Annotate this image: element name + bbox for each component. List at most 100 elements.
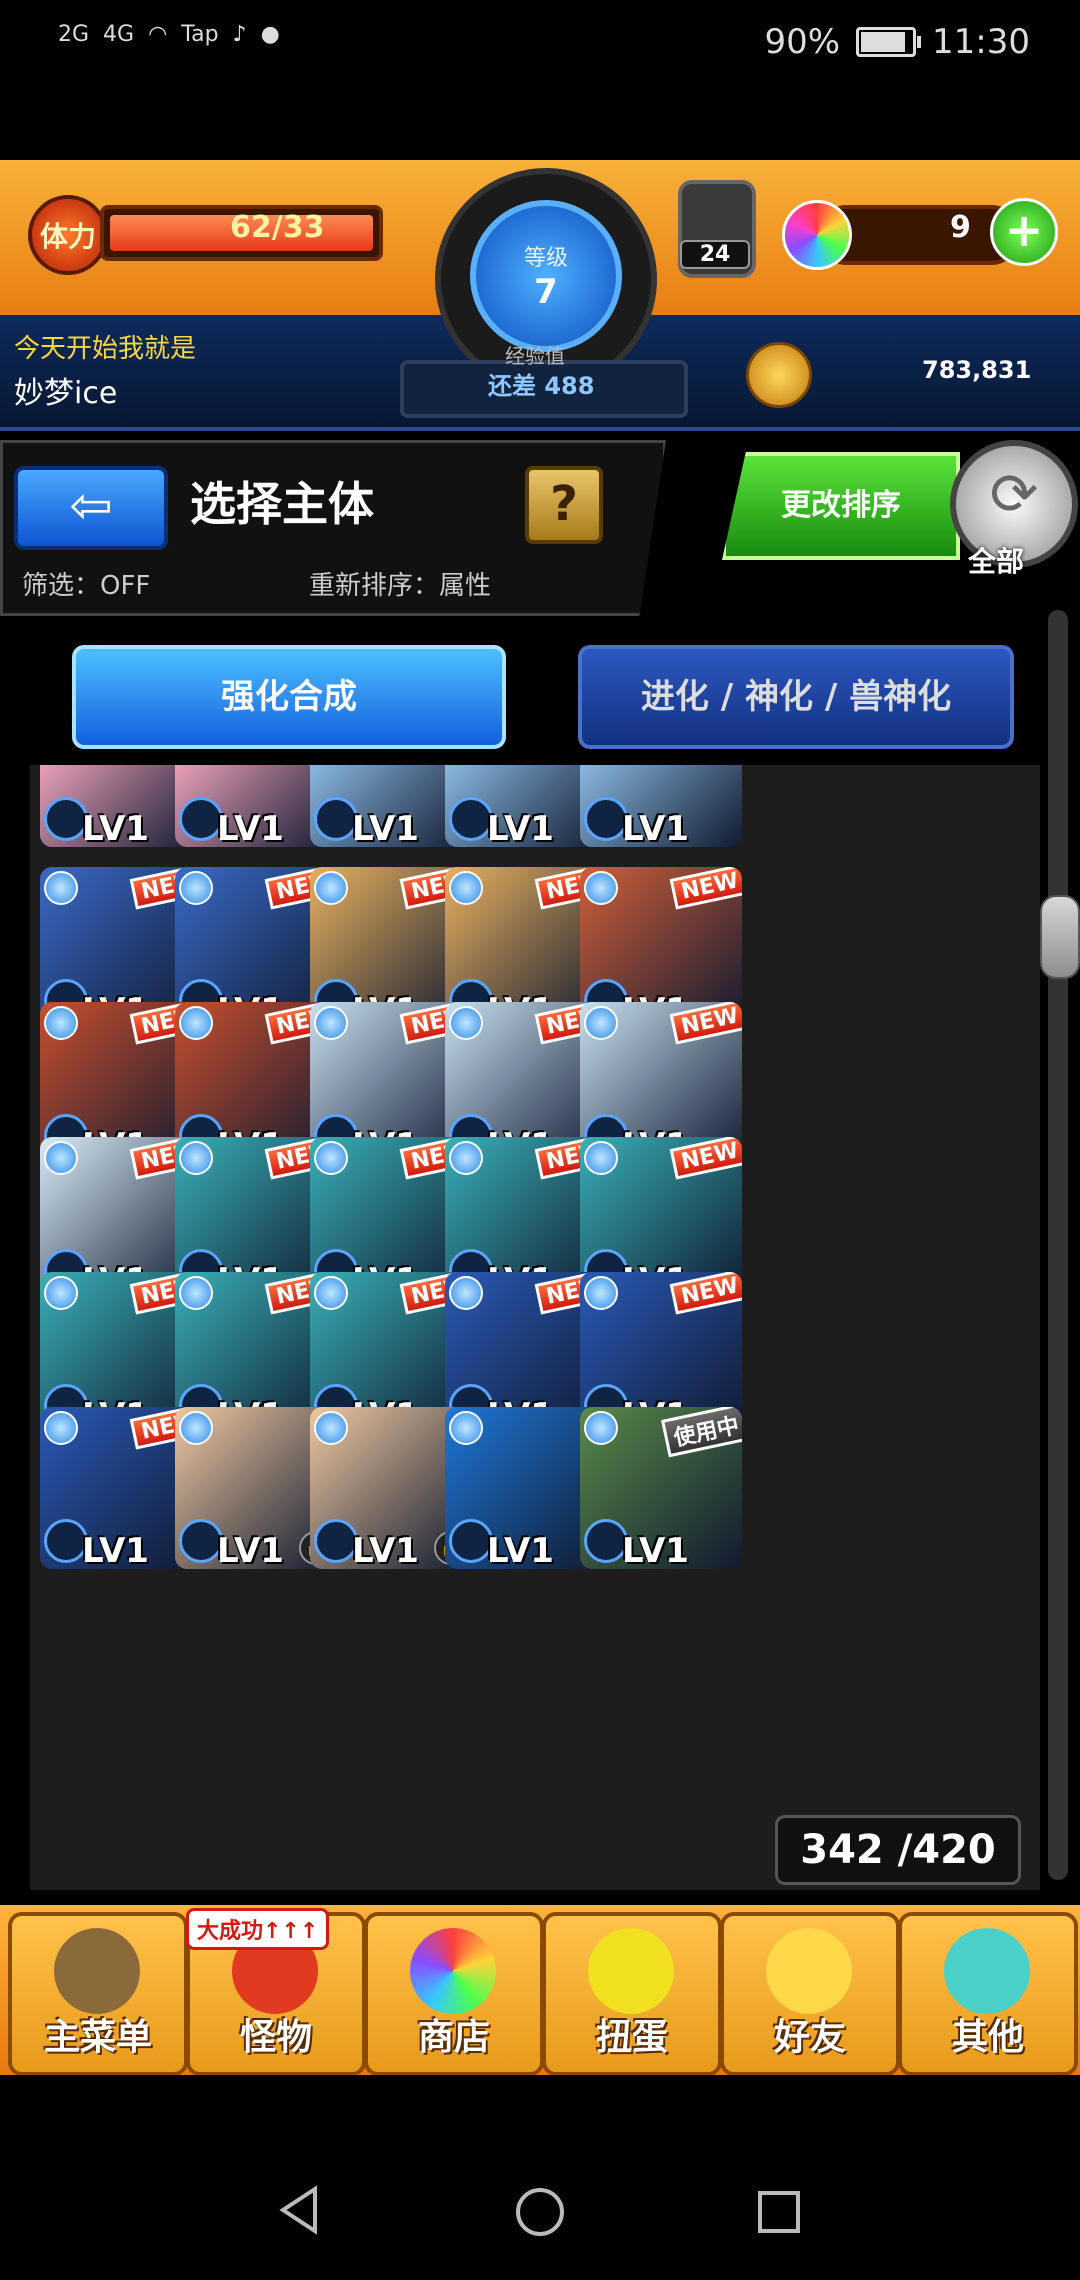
- monster-card[interactable]: LV1: [580, 765, 742, 847]
- battery-icon: [856, 27, 922, 57]
- tap-label: Tap: [181, 22, 219, 47]
- friends-icon: [766, 1928, 852, 2014]
- water-element-icon: [179, 1411, 213, 1445]
- water-element-icon: [179, 1276, 213, 1310]
- in-use-badge: 使用中: [660, 1407, 742, 1458]
- new-badge: NEW: [669, 1002, 742, 1045]
- water-element-icon: [314, 1276, 348, 1310]
- level-label: LV1: [217, 809, 284, 847]
- nav-friends-button[interactable]: 好友: [720, 1912, 900, 2076]
- recents-nav-icon[interactable]: [757, 2190, 801, 2234]
- water-element-icon: [584, 1141, 618, 1175]
- coin-icon: [746, 342, 812, 408]
- change-sort-button[interactable]: 更改排序: [722, 452, 960, 560]
- nav-gacha-button[interactable]: 扭蛋: [542, 1912, 722, 2076]
- level-label: LV1: [352, 809, 419, 847]
- status-left: 2G 4G ◠ Tap ♪ ●: [58, 22, 280, 47]
- water-element-icon: [584, 871, 618, 905]
- status-bar: 2G 4G ◠ Tap ♪ ● 90% 11:30: [0, 0, 1080, 95]
- water-element-icon: [44, 1411, 78, 1445]
- all-label: 全部: [968, 545, 1025, 578]
- help-button[interactable]: ?: [525, 466, 603, 544]
- stamina-value: 62/33: [230, 210, 325, 245]
- clock: 11:30: [932, 22, 1030, 62]
- home-nav-icon[interactable]: [513, 2185, 567, 2239]
- greeting-text: 今天开始我就是: [14, 334, 197, 364]
- level-label: LV1: [622, 1531, 689, 1569]
- water-element-icon: [179, 871, 213, 905]
- exp-remaining: 还差 488: [488, 372, 595, 400]
- new-badge: NEW: [669, 1272, 742, 1315]
- nav-main-menu-button[interactable]: 主菜单: [8, 1912, 188, 2076]
- water-element-icon: [314, 1006, 348, 1040]
- monster-success-flag: 大成功↑↑↑: [186, 1908, 330, 1950]
- level-label: LV1: [487, 1531, 554, 1569]
- water-element-icon: [44, 1276, 78, 1310]
- nav-label: 扭蛋: [595, 2017, 668, 2058]
- water-element-icon: [449, 1141, 483, 1175]
- resort-toggle[interactable]: 重新排序：属性: [210, 565, 590, 607]
- water-element-icon: [449, 1006, 483, 1040]
- tiktok-icon: ♪: [232, 22, 247, 47]
- nav-label: 主菜单: [43, 2017, 152, 2058]
- water-element-icon: [179, 1141, 213, 1175]
- nav-label: 好友: [773, 2017, 846, 2058]
- monster-card[interactable]: 使用中 LV1: [580, 1407, 742, 1569]
- tab-evolve[interactable]: 进化 / 神化 / 兽神化: [578, 645, 1014, 749]
- orb-count: 9: [950, 210, 971, 245]
- signal-icon-4g: 4G: [103, 22, 135, 47]
- nav-label: 其他: [951, 2017, 1024, 2058]
- water-element-icon: [44, 1141, 78, 1175]
- water-element-icon: [314, 871, 348, 905]
- monster-count: 342 /420: [775, 1815, 1021, 1885]
- tab-enhance[interactable]: 强化合成: [72, 645, 506, 749]
- new-badge: NEW: [669, 1137, 742, 1180]
- water-element-icon: [584, 1006, 618, 1040]
- stamina-icon: 体力: [28, 195, 108, 275]
- username: 妙梦ice: [14, 376, 118, 411]
- nav-label: 怪物: [239, 2017, 312, 2058]
- status-right: 90% 11:30: [764, 22, 1030, 62]
- level-label: LV1: [82, 809, 149, 847]
- nav-shop-button[interactable]: 商店: [364, 1912, 544, 2076]
- water-element-icon: [179, 1006, 213, 1040]
- nav-label: 商店: [417, 2017, 490, 2058]
- nav-other-button[interactable]: 其他: [898, 1912, 1078, 2076]
- water-element-icon: [314, 1141, 348, 1175]
- coin-count: 783,831: [922, 356, 1032, 384]
- ticket-count: 24: [680, 240, 750, 269]
- new-badge: NEW: [669, 867, 742, 910]
- exp-label: 经验值: [505, 344, 565, 368]
- level-value: 7: [534, 272, 558, 312]
- monster-grid: LV1LV1LV1LV1LV1NEWLV1NEWLV1NEWLV1NEWLV1N…: [30, 765, 1040, 1890]
- signal-icon-2g: 2G: [58, 22, 90, 47]
- filter-toggle[interactable]: 筛选：OFF: [22, 565, 202, 607]
- water-element-icon: [449, 871, 483, 905]
- level-label: LV1: [217, 1531, 284, 1569]
- scrollbar-track: [1048, 610, 1068, 1880]
- scrollbar-thumb[interactable]: [1040, 895, 1080, 979]
- water-element-icon: [584, 1411, 618, 1445]
- water-element-icon: [314, 1411, 348, 1445]
- water-element-icon: [449, 1411, 483, 1445]
- level-label: LV1: [487, 809, 554, 847]
- water-element-icon: [44, 871, 78, 905]
- page-title: 选择主体: [190, 477, 374, 531]
- back-button[interactable]: ⇦: [14, 466, 168, 550]
- refresh-icon: ⟳: [989, 460, 1039, 528]
- add-orb-button[interactable]: +: [990, 198, 1058, 266]
- level-badge[interactable]: 等级 7: [470, 200, 622, 352]
- water-element-icon: [449, 1276, 483, 1310]
- main-menu-icon: [54, 1928, 140, 2014]
- wifi-icon: ◠: [148, 22, 168, 47]
- orb-icon: [782, 200, 852, 270]
- level-label: LV1: [352, 1531, 419, 1569]
- chat-icon: ●: [260, 22, 280, 47]
- gacha-icon: [588, 1928, 674, 2014]
- back-nav-icon[interactable]: [275, 2185, 325, 2235]
- system-nav-bar: [0, 2075, 1080, 2280]
- level-label: LV1: [82, 1531, 149, 1569]
- shop-icon: [410, 1928, 496, 2014]
- water-element-icon: [44, 1006, 78, 1040]
- other-icon: [944, 1928, 1030, 2014]
